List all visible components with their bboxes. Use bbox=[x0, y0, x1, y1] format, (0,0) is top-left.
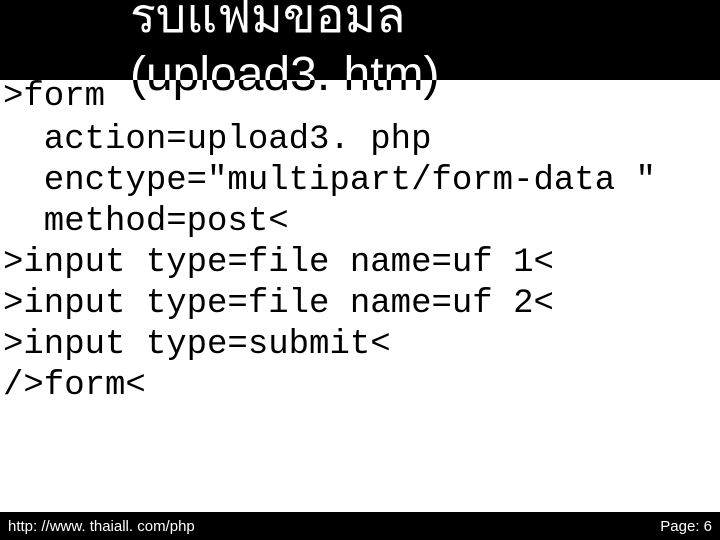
footer-url: http: //www. thaiall. com/php bbox=[8, 518, 195, 535]
code-line: />form< bbox=[3, 367, 146, 405]
title-line2-b: (upload3. htm) bbox=[130, 80, 440, 101]
form-open-tag: >form bbox=[3, 78, 105, 116]
title-line2: (upload3. htm) bbox=[130, 48, 440, 80]
code-line: enctype="multipart/form-data " bbox=[3, 162, 656, 200]
code-line: method=post< bbox=[3, 203, 289, 241]
slide-title-bottom: รบแฟมขอมล (upload3. htm) bbox=[0, 80, 720, 140]
code-line: >input type=submit< bbox=[3, 326, 391, 364]
code-block: action=upload3. php enctype="multipart/f… bbox=[3, 120, 717, 407]
footer-bar: http: //www. thaiall. com/php Page: 6 bbox=[0, 512, 720, 540]
title-line1: รบแฟมขอมล bbox=[130, 0, 406, 43]
footer-page: Page: 6 bbox=[660, 518, 712, 535]
slide-title-top: รบแฟมขอมล (upload3. htm) bbox=[0, 0, 720, 80]
code-line: >input type=file name=uf 2< bbox=[3, 285, 554, 323]
code-line: >input type=file name=uf 1< bbox=[3, 244, 554, 282]
